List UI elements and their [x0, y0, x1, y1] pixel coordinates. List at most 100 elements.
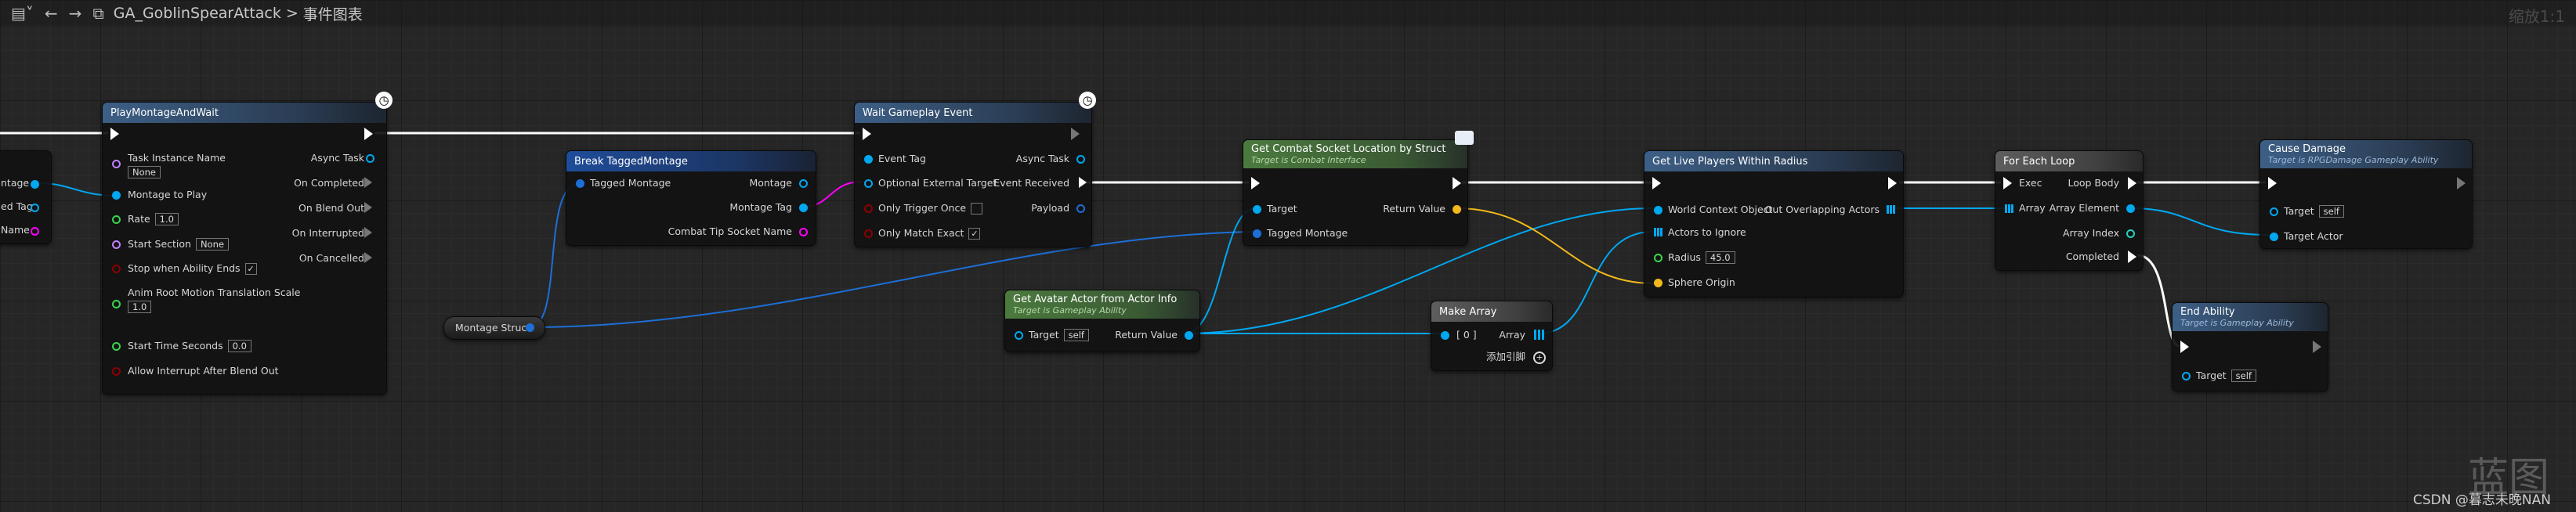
- target-value[interactable]: self: [1063, 329, 1089, 341]
- return-value-pin[interactable]: [1185, 331, 1193, 340]
- optional-external-pin[interactable]: [864, 179, 873, 188]
- exec-out-pin[interactable]: [1071, 128, 1080, 140]
- out-overlapping-pin[interactable]: [1887, 205, 1895, 214]
- exec-in-pin[interactable]: [110, 128, 119, 140]
- montage-to-play-pin[interactable]: [112, 191, 121, 200]
- array-index-pin[interactable]: [2126, 229, 2135, 238]
- array-element-pin[interactable]: [2126, 204, 2135, 213]
- name-pin[interactable]: [31, 227, 39, 236]
- actors-to-ignore-pin[interactable]: [1654, 228, 1662, 236]
- only-trigger-once-pin[interactable]: [864, 204, 873, 213]
- breadcrumb-blueprint[interactable]: GA_GoblinSpearAttack: [114, 5, 281, 22]
- exec-out-pin[interactable]: [1453, 177, 1461, 189]
- sphere-origin-pin[interactable]: [1654, 279, 1662, 287]
- break-tagged-montage-node[interactable]: Break TaggedMontage Tagged Montage Monta…: [566, 150, 816, 246]
- radius-value[interactable]: 45.0: [1705, 251, 1735, 264]
- partial-node-left[interactable]: ntage ed Tag Name: [0, 150, 52, 244]
- node-subtitle: Target is RPGDamage Gameplay Ability: [2268, 155, 2439, 165]
- start-time-pin[interactable]: [112, 342, 121, 351]
- target-value[interactable]: self: [2230, 370, 2256, 382]
- array-element-0-pin[interactable]: [1441, 331, 1449, 340]
- exec-in-pin[interactable]: [2180, 341, 2189, 353]
- montage-pin[interactable]: [31, 180, 39, 189]
- allow-interrupt-pin[interactable]: [112, 367, 121, 376]
- async-task-pin[interactable]: [366, 154, 374, 163]
- latent-clock-icon: ◷: [375, 92, 393, 109]
- end-ability-node[interactable]: End Ability Target is Gameplay Ability Ta…: [2172, 302, 2328, 391]
- only-trigger-once-checkbox[interactable]: [971, 203, 983, 215]
- forward-arrow-icon[interactable]: →: [69, 0, 82, 27]
- exec-in-pin[interactable]: [863, 128, 871, 140]
- tagged-montage-in-pin[interactable]: [576, 179, 584, 188]
- stop-when-ends-pin[interactable]: [112, 265, 121, 273]
- target-pin[interactable]: [1253, 205, 1261, 214]
- exec-in-pin[interactable]: [2268, 177, 2277, 189]
- get-avatar-actor-node[interactable]: Get Avatar Actor from Actor Info Target i…: [1004, 290, 1200, 352]
- target-label: Target: [2196, 370, 2227, 381]
- breadcrumb-graph[interactable]: 事件图表: [303, 3, 363, 24]
- node-title: End Ability: [2180, 306, 2235, 318]
- task-instance-value[interactable]: None: [128, 166, 161, 178]
- back-arrow-icon[interactable]: ←: [45, 0, 58, 27]
- blueprint-menu-icon[interactable]: ▤˅: [11, 0, 34, 27]
- async-task-pin[interactable]: [1076, 155, 1085, 164]
- loop-body-pin[interactable]: [2128, 177, 2136, 189]
- target-pin[interactable]: [2270, 207, 2278, 216]
- event-received-pin[interactable]: [1079, 177, 1087, 188]
- add-pin-icon[interactable]: +: [1533, 352, 1546, 364]
- node-title: For Each Loop: [2003, 155, 2075, 168]
- only-match-exact-checkbox[interactable]: ✓: [968, 228, 981, 240]
- target-actor-pin[interactable]: [2270, 233, 2278, 241]
- get-live-players-node[interactable]: Get Live Players Within Radius World Con…: [1644, 150, 1904, 297]
- rate-pin[interactable]: [112, 215, 121, 224]
- world-context-pin[interactable]: [1654, 206, 1662, 215]
- make-array-node[interactable]: Make Array [ 0 ] Array 添加引脚 +: [1431, 301, 1553, 371]
- montage-tag-pin[interactable]: [799, 204, 808, 212]
- exec-out-pin[interactable]: [2457, 177, 2466, 189]
- exec-in-pin[interactable]: [1251, 177, 1260, 189]
- get-combat-socket-location-node[interactable]: Get Combat Socket Location by Struct Targ…: [1243, 131, 1474, 246]
- add-pin-label[interactable]: 添加引脚: [1486, 350, 1525, 364]
- play-montage-and-wait-node[interactable]: PlayMontageAndWait ◷ Task Instance Name …: [102, 92, 393, 395]
- target-pin[interactable]: [2182, 372, 2191, 380]
- exec-out-pin[interactable]: [1888, 177, 1897, 189]
- on-blend-out-pin[interactable]: [364, 202, 372, 213]
- target-value[interactable]: self: [2318, 205, 2344, 218]
- on-cancelled-pin[interactable]: [364, 252, 372, 263]
- start-section-value[interactable]: None: [195, 238, 229, 251]
- radius-label: Radius: [1668, 251, 1701, 263]
- radius-pin[interactable]: [1654, 254, 1662, 262]
- exec-in-pin[interactable]: [1652, 177, 1661, 189]
- tag-pin[interactable]: [31, 204, 39, 212]
- node-title: Break TaggedMontage: [574, 155, 688, 168]
- start-time-value[interactable]: 0.0: [227, 340, 251, 352]
- socket-name-pin[interactable]: [799, 228, 808, 236]
- montage-struct-variable[interactable]: Montage Struct: [443, 316, 545, 340]
- event-tag-pin[interactable]: [864, 155, 873, 164]
- task-instance-pin[interactable]: [112, 160, 121, 168]
- on-completed-pin[interactable]: [364, 177, 372, 188]
- completed-pin[interactable]: [2128, 251, 2136, 263]
- cause-damage-node[interactable]: Cause Damage Target is RPGDamage Gameplay…: [2259, 139, 2473, 249]
- anim-root-value[interactable]: 1.0: [128, 301, 152, 313]
- start-section-pin[interactable]: [112, 240, 121, 249]
- return-value-pin[interactable]: [1453, 205, 1461, 214]
- wait-gameplay-event-node[interactable]: Wait Gameplay Event ◷ Event Tag Optional…: [854, 92, 1096, 247]
- exec-in-pin[interactable]: [2003, 177, 2012, 189]
- on-interrupted-pin[interactable]: [364, 227, 372, 238]
- exec-out-pin[interactable]: [2313, 341, 2321, 353]
- montage-out-pin[interactable]: [799, 179, 808, 188]
- rate-value[interactable]: 1.0: [154, 213, 179, 225]
- async-task-label: Async Task: [310, 152, 364, 164]
- for-each-loop-node[interactable]: For Each Loop Exec Array Loop Body Array…: [1995, 150, 2144, 271]
- array-in-pin[interactable]: [2005, 204, 2013, 213]
- tagged-montage-pin[interactable]: [1253, 229, 1261, 238]
- target-pin[interactable]: [1015, 331, 1023, 340]
- stop-when-ends-checkbox[interactable]: ✓: [244, 263, 257, 275]
- array-out-pin[interactable]: [1534, 330, 1544, 340]
- anim-root-pin[interactable]: [112, 300, 121, 308]
- only-match-exact-pin[interactable]: [864, 229, 873, 238]
- payload-pin[interactable]: [1076, 204, 1085, 213]
- montage-struct-out-pin[interactable]: [526, 323, 534, 332]
- exec-out-pin[interactable]: [364, 128, 373, 140]
